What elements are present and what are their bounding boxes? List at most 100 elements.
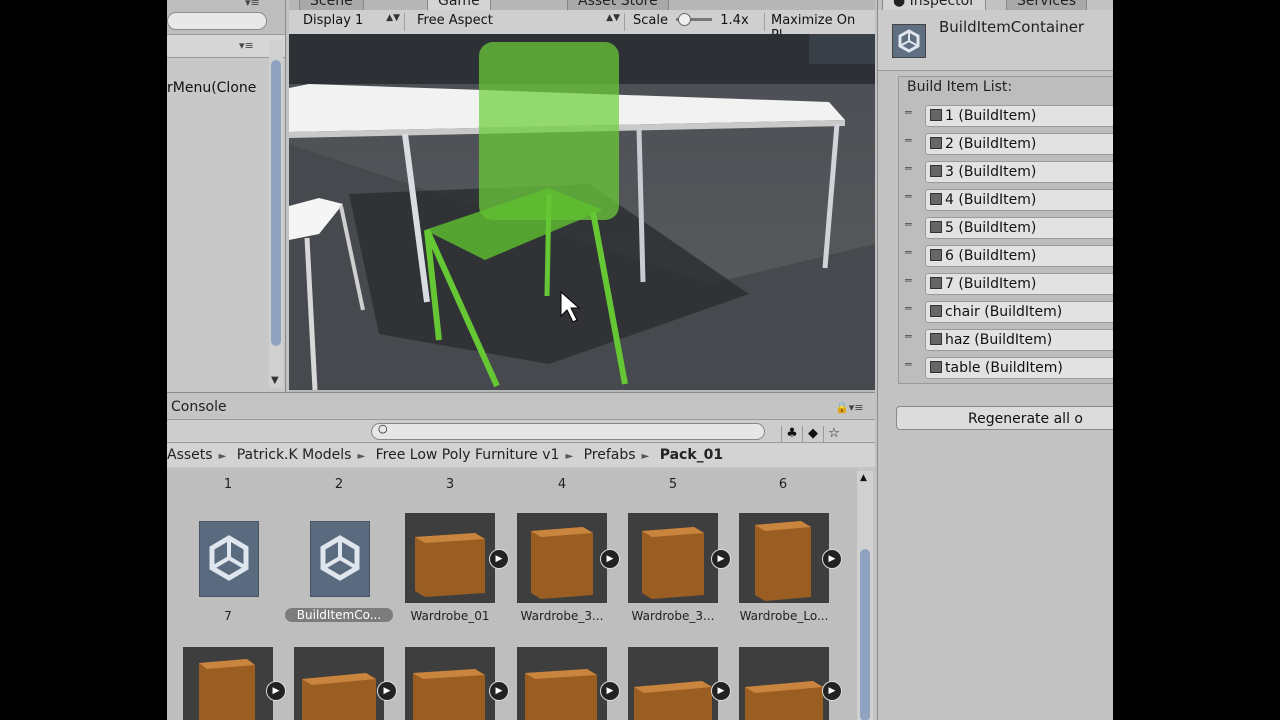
play-icon[interactable]: ▶	[600, 549, 620, 569]
console-tab[interactable]: Console	[171, 399, 227, 415]
object-field[interactable]: haz (BuildItem)	[925, 329, 1113, 351]
scroll-thumb[interactable]	[860, 549, 870, 720]
display-dropdown[interactable]: Display 1 ▲▼	[297, 13, 405, 31]
asset-label: 5	[668, 477, 678, 492]
object-field[interactable]: chair (BuildItem)	[925, 301, 1113, 323]
scroll-up-icon[interactable]: ▲	[860, 473, 867, 483]
info-icon: ●	[893, 0, 906, 9]
scale-slider[interactable]: Scale 1.4x	[627, 13, 765, 31]
play-icon[interactable]: ▶	[711, 549, 731, 569]
asset-label: Wardrobe_Lo...	[739, 609, 829, 623]
drag-handle-icon[interactable]: ═	[905, 331, 912, 342]
play-icon[interactable]: ▶	[711, 681, 731, 701]
list-item: ═ chair (BuildItem)	[899, 299, 1113, 327]
chevron-right-icon: ►	[357, 451, 366, 462]
breadcrumb-current[interactable]: Pack_01	[660, 447, 723, 463]
scroll-thumb[interactable]	[271, 60, 281, 346]
object-field[interactable]: 7 (BuildItem)	[925, 273, 1113, 295]
inspector-header: BuildItemContainer	[878, 10, 1113, 71]
drag-handle-icon[interactable]: ═	[905, 135, 912, 146]
drag-handle-icon[interactable]: ═	[905, 275, 912, 286]
prefab-icon	[930, 221, 942, 233]
dropdown-arrow-icon: ▲▼	[386, 13, 400, 23]
furniture-thumbnail[interactable]	[628, 647, 718, 720]
furniture-thumbnail[interactable]	[405, 647, 495, 720]
scroll-down-icon[interactable]: ▼	[271, 375, 279, 386]
list-item: ═ 2 (BuildItem)	[899, 131, 1113, 159]
object-name: BuildItemContainer	[939, 18, 1085, 36]
prefab-icon	[930, 165, 942, 177]
prefab-icon	[930, 109, 942, 121]
asset-label: 7	[224, 609, 232, 623]
favorite-star-icon[interactable]: ☆	[823, 426, 844, 444]
aspect-dropdown[interactable]: Free Aspect ▲▼	[411, 13, 625, 31]
prefab-icon	[930, 137, 942, 149]
inspector-panel: ● Inspector Services BuildItemContainer …	[877, 0, 1113, 720]
chevron-right-icon: ►	[565, 451, 574, 462]
play-icon[interactable]: ▶	[822, 681, 842, 701]
drag-handle-icon[interactable]: ═	[905, 163, 912, 174]
breadcrumb: Assets ► Patrick.K Models ► Free Low Poly …	[167, 443, 875, 467]
unity-prefab-icon[interactable]	[310, 521, 370, 597]
drag-handle-icon[interactable]: ═	[905, 107, 912, 118]
wardrobe-thumbnail[interactable]	[405, 513, 495, 603]
regenerate-button[interactable]: Regenerate all o	[896, 406, 1113, 430]
asset-label: Wardrobe_3...	[520, 609, 604, 623]
wardrobe-thumbnail[interactable]	[517, 513, 607, 603]
hierarchy-scrollbar[interactable]: ▼	[269, 40, 283, 388]
object-field[interactable]: 6 (BuildItem)	[925, 245, 1113, 267]
play-icon[interactable]: ▶	[600, 681, 620, 701]
object-field[interactable]: 2 (BuildItem)	[925, 133, 1113, 155]
prefab-icon	[930, 277, 942, 289]
dropdown-arrow-icon: ▲▼	[606, 13, 620, 23]
asset-label: 6	[778, 477, 788, 492]
project-scrollbar[interactable]: ▲	[857, 471, 873, 720]
drag-handle-icon[interactable]: ═	[905, 359, 912, 370]
object-field[interactable]: 4 (BuildItem)	[925, 189, 1113, 211]
drag-handle-icon[interactable]: ═	[905, 191, 912, 202]
drag-handle-icon[interactable]: ═	[905, 303, 912, 314]
wardrobe-thumbnail[interactable]	[739, 513, 829, 603]
project-search-input[interactable]: ○	[371, 422, 765, 440]
hierarchy-item[interactable]: rMenu(Clone	[167, 80, 256, 96]
play-icon[interactable]: ▶	[266, 681, 286, 701]
hierarchy-panel: ▾≡ ▾≡ rMenu(Clone ▼	[167, 0, 286, 392]
breadcrumb-prefabs[interactable]: Prefabs	[584, 447, 636, 463]
object-field[interactable]: table (BuildItem)	[925, 357, 1113, 379]
furniture-thumbnail[interactable]	[294, 647, 384, 720]
slider-knob[interactable]	[678, 13, 692, 26]
asset-label: Wardrobe_3...	[631, 609, 715, 623]
wardrobe-thumbnail[interactable]	[628, 513, 718, 603]
create-menu-icon[interactable]: ▾≡	[239, 39, 254, 52]
list-item: ═ 5 (BuildItem)	[899, 215, 1113, 243]
asset-label: 4	[557, 477, 567, 492]
play-icon[interactable]: ▶	[489, 681, 509, 701]
object-field[interactable]: 5 (BuildItem)	[925, 217, 1113, 239]
asset-label: 3	[445, 477, 455, 492]
panel-menu-icon[interactable]: ▾≡	[245, 0, 260, 9]
asset-label-selected[interactable]: BuildItemCo...	[285, 608, 393, 622]
maximize-toggle[interactable]: Maximize On Pl	[765, 13, 875, 43]
drag-handle-icon[interactable]: ═	[905, 219, 912, 230]
drag-handle-icon[interactable]: ═	[905, 247, 912, 258]
game-viewport[interactable]	[289, 34, 875, 390]
asset-grid: 1 2 3 4 5 6 ▶ ▶ ▶ ▶ 7 BuildItemCo... War…	[167, 469, 857, 720]
filter-label-icon[interactable]: ◆	[802, 426, 823, 444]
furniture-thumbnail[interactable]	[183, 647, 273, 720]
unity-prefab-icon[interactable]	[199, 521, 259, 597]
breadcrumb-models[interactable]: Patrick.K Models	[237, 447, 352, 463]
list-item: ═ 1 (BuildItem)	[899, 103, 1113, 131]
furniture-thumbnail[interactable]	[517, 647, 607, 720]
breadcrumb-assets[interactable]: Assets	[167, 447, 213, 463]
slider-track[interactable]	[676, 13, 713, 26]
play-icon[interactable]: ▶	[377, 681, 397, 701]
play-icon[interactable]: ▶	[489, 549, 509, 569]
object-field[interactable]: 3 (BuildItem)	[925, 161, 1113, 183]
play-icon[interactable]: ▶	[822, 549, 842, 569]
lock-icon[interactable]: 🔒▾≡	[835, 401, 863, 414]
filter-type-icon[interactable]: ♣	[781, 426, 802, 444]
furniture-thumbnail[interactable]	[739, 647, 829, 720]
hierarchy-search[interactable]	[167, 12, 267, 30]
breadcrumb-furniture[interactable]: Free Low Poly Furniture v1	[376, 447, 560, 463]
object-field[interactable]: 1 (BuildItem)	[925, 105, 1113, 127]
